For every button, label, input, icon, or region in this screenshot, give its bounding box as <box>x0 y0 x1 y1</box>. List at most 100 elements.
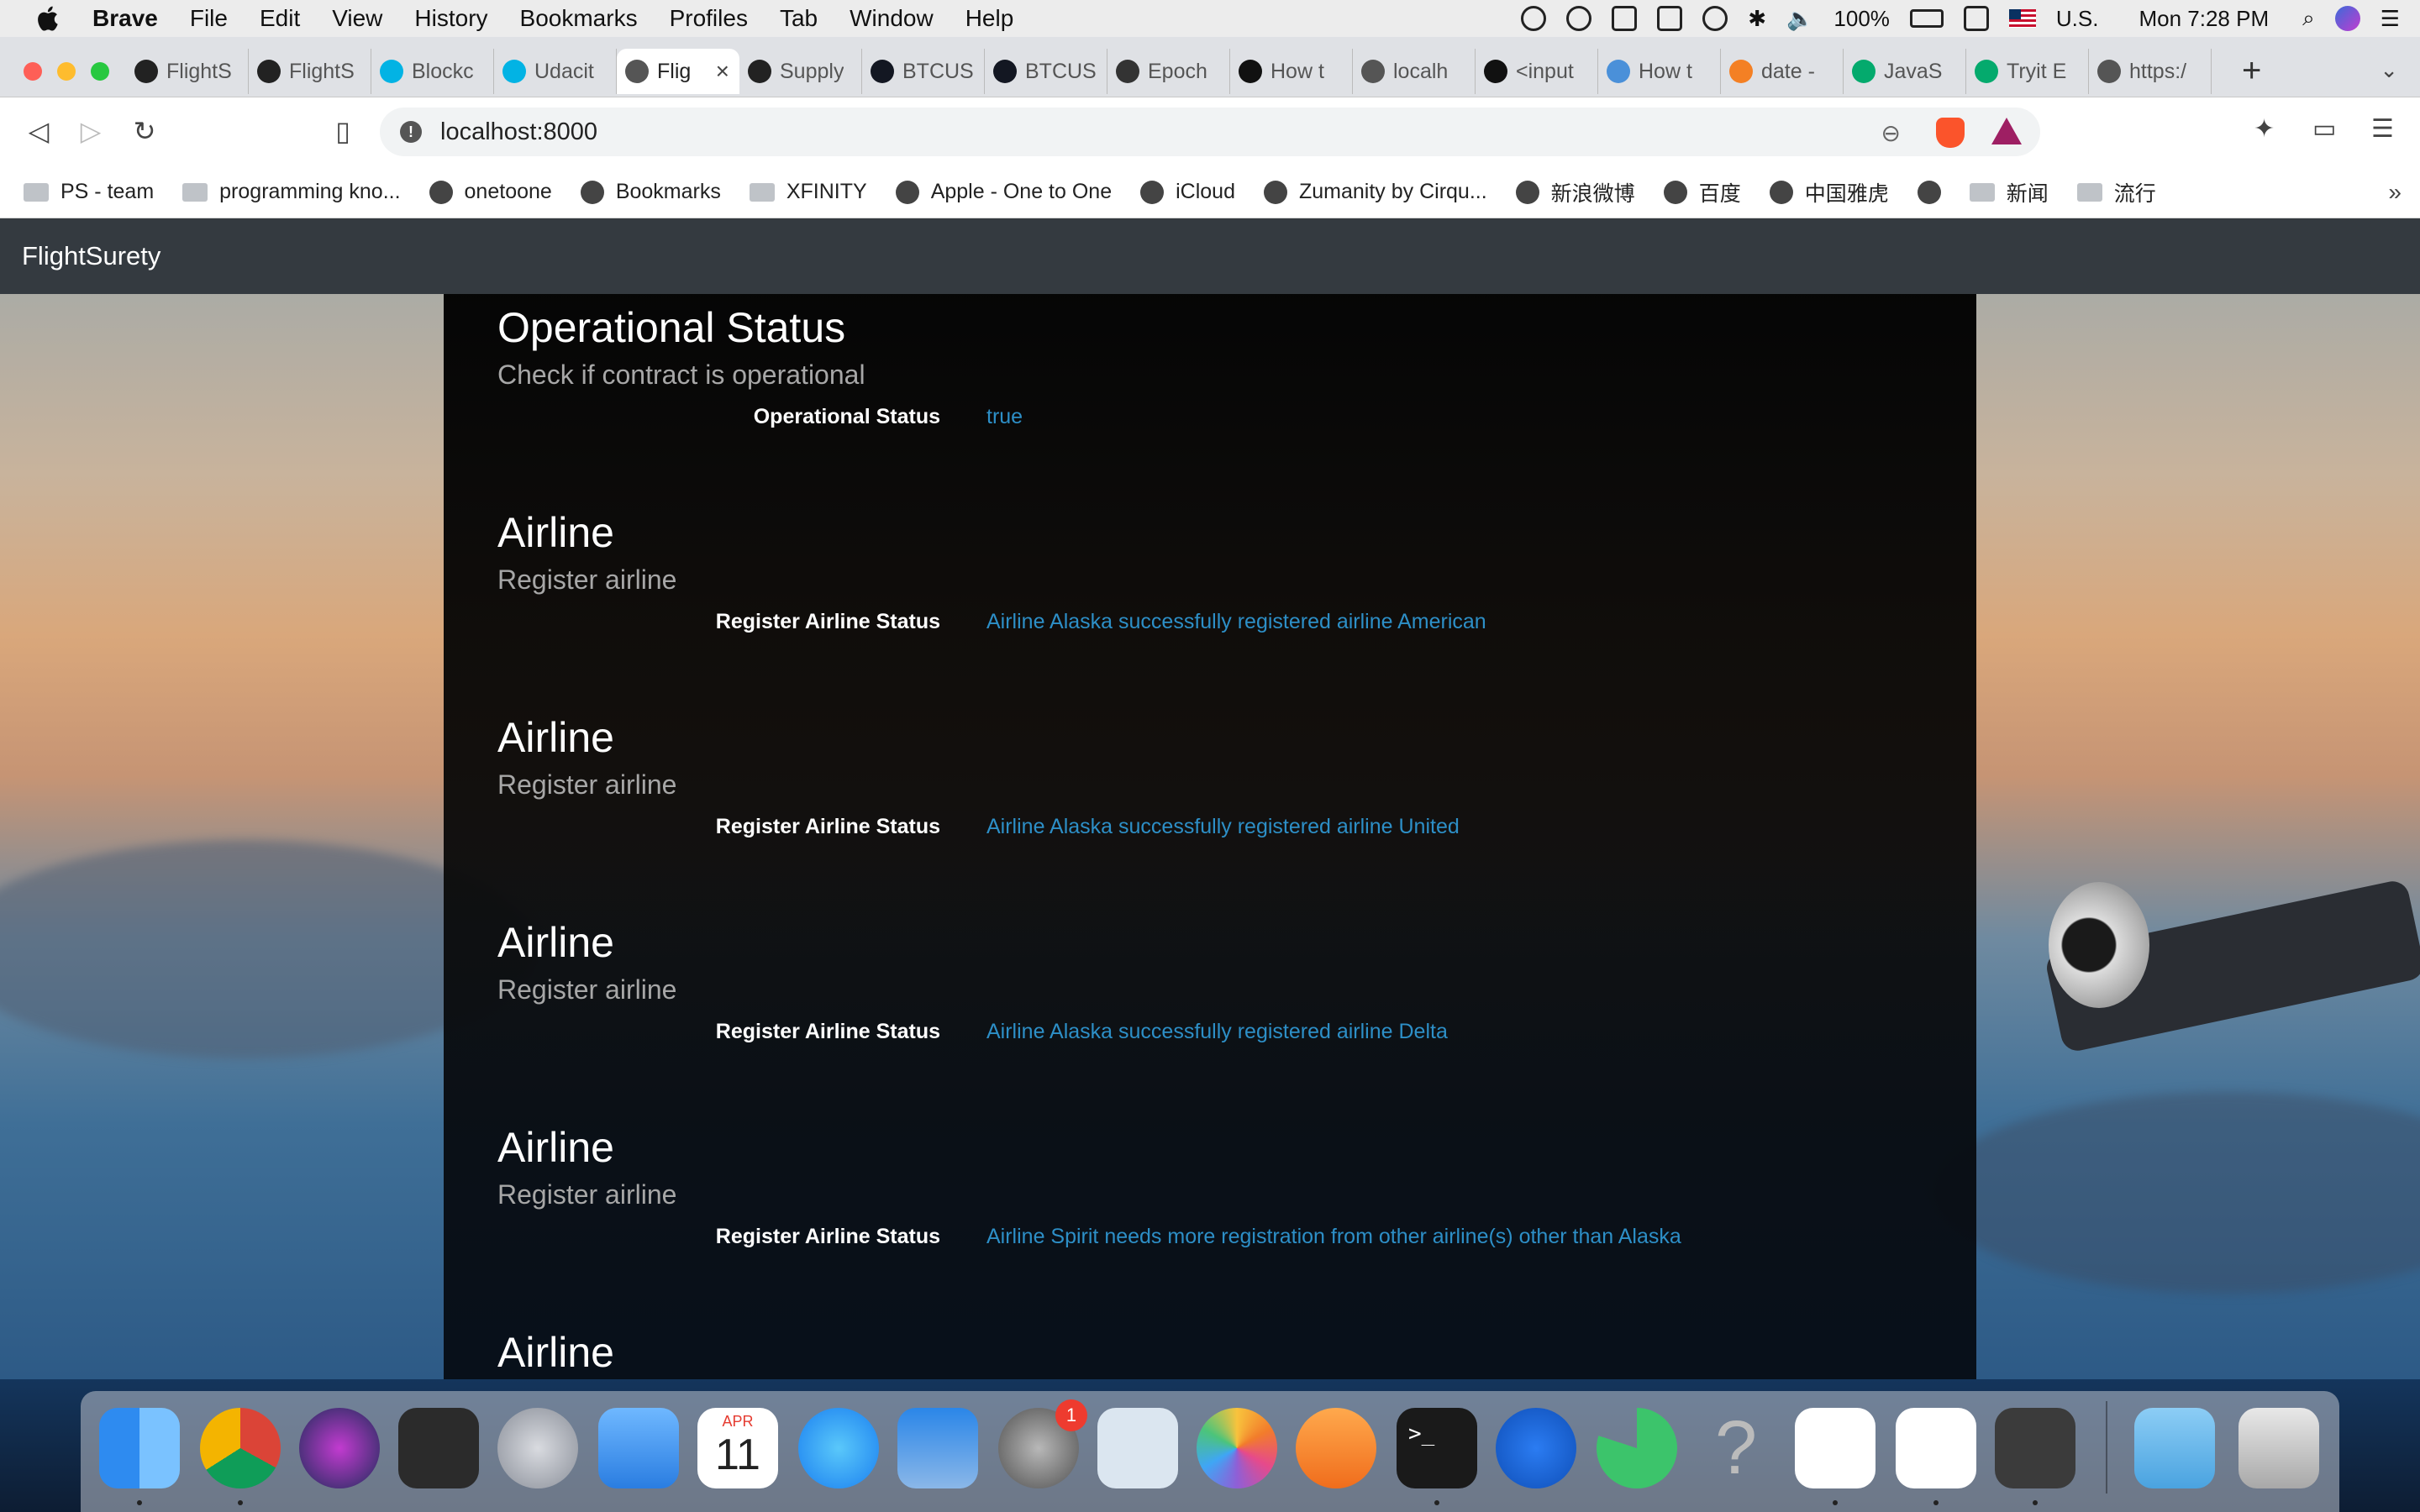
tab-15[interactable]: Tryit E <box>1966 49 2089 94</box>
loading-icon[interactable] <box>1597 1408 1677 1488</box>
menu-profiles[interactable]: Profiles <box>670 5 748 32</box>
brave-rewards-icon[interactable] <box>1991 118 2022 144</box>
bookmark-item[interactable]: Apple - One to One <box>895 180 1112 204</box>
menu-file[interactable]: File <box>190 5 228 32</box>
launchpad-icon[interactable] <box>497 1408 578 1488</box>
volume-icon[interactable]: 🔈 <box>1786 6 1813 32</box>
airplay-icon[interactable] <box>1963 6 1989 31</box>
us-flag-icon[interactable] <box>2008 9 2036 28</box>
tab-6[interactable]: BTCUS <box>862 49 985 94</box>
vscode-icon[interactable] <box>1896 1408 1976 1488</box>
battery-icon[interactable] <box>1909 9 1944 28</box>
tab-16[interactable]: https:/ <box>2089 49 2212 94</box>
siri-icon[interactable] <box>2334 6 2360 31</box>
tab-0[interactable]: FlightS <box>126 49 249 94</box>
brave-icon[interactable] <box>1795 1408 1876 1488</box>
menu-bookmarks[interactable]: Bookmarks <box>520 5 638 32</box>
chrome-icon[interactable] <box>200 1408 281 1488</box>
tab-3[interactable]: Udacit <box>494 49 617 94</box>
downloads-folder-icon[interactable] <box>2134 1408 2215 1488</box>
input-source[interactable]: U.S. <box>2056 6 2099 32</box>
tab-7[interactable]: BTCUS <box>985 49 1107 94</box>
bookmark-item[interactable]: iCloud <box>1140 180 1235 204</box>
photos-icon[interactable] <box>1197 1408 1277 1488</box>
mail-icon[interactable] <box>598 1408 679 1488</box>
time-machine-icon[interactable] <box>1702 6 1728 31</box>
help-icon[interactable]: ? <box>1696 1408 1776 1488</box>
browser-menu-icon[interactable]: ☰ <box>2371 114 2394 144</box>
reload-button[interactable]: ↻ <box>126 113 163 150</box>
url-input[interactable] <box>440 118 1785 146</box>
menu-clock[interactable]: Mon 7:28 PM <box>2139 6 2269 32</box>
bookmark-this-page-icon[interactable]: ▯ <box>324 113 361 150</box>
bookmark-item[interactable]: XFINITY <box>749 180 867 204</box>
menu-help[interactable]: Help <box>965 5 1014 32</box>
siri-icon[interactable] <box>299 1408 380 1488</box>
menu-window[interactable]: Window <box>850 5 934 32</box>
bookmark-item[interactable]: 流行 <box>2076 177 2156 207</box>
menu-edit[interactable]: Edit <box>260 5 300 32</box>
forward-button[interactable]: ▷ <box>72 113 109 150</box>
finder-icon[interactable] <box>99 1408 180 1488</box>
brave-shields-icon[interactable] <box>1936 118 1965 148</box>
menu-app-name[interactable]: Brave <box>92 5 158 32</box>
tab-12[interactable]: How t <box>1598 49 1721 94</box>
tab-9[interactable]: How t <box>1230 49 1353 94</box>
close-tab-icon[interactable]: × <box>716 58 729 85</box>
shield-icon[interactable] <box>1612 6 1638 31</box>
tab-1[interactable]: FlightS <box>249 49 371 94</box>
new-tab-button[interactable]: + <box>2242 52 2261 90</box>
close-window-button[interactable] <box>24 62 42 81</box>
tab-13[interactable]: date - <box>1721 49 1844 94</box>
zoom-icon[interactable]: ⊖ <box>1881 119 1901 147</box>
trash-icon[interactable] <box>2238 1408 2319 1488</box>
terminal-icon[interactable]: >_ <box>1397 1408 1477 1488</box>
bookmark-item[interactable] <box>1917 180 1941 204</box>
spotlight-icon[interactable]: ⌕ <box>2302 5 2315 32</box>
site-info-icon[interactable]: ! <box>400 121 422 143</box>
tab-8[interactable]: Epoch <box>1107 49 1230 94</box>
system-preferences-icon[interactable]: 1 <box>998 1399 1087 1488</box>
books-icon[interactable] <box>1296 1408 1376 1488</box>
bookmark-item[interactable]: 中国雅虎 <box>1769 177 1889 207</box>
onepassword-icon[interactable] <box>1521 6 1547 31</box>
bookmark-item[interactable]: onetoone <box>429 180 552 204</box>
bookmark-item[interactable]: programming kno... <box>182 180 401 204</box>
zoom-window-button[interactable] <box>91 62 109 81</box>
bookmark-item[interactable]: 新闻 <box>1969 177 2049 207</box>
more-bookmarks-chevron-icon[interactable]: » <box>2388 179 2402 206</box>
activity-icon[interactable] <box>398 1408 479 1488</box>
tab-4[interactable]: Flig × <box>617 49 739 94</box>
app-brand[interactable]: FlightSurety <box>22 241 160 271</box>
wallet-icon[interactable]: ▭ <box>2312 114 2336 144</box>
bluetooth-icon[interactable]: ✱ <box>1748 6 1766 32</box>
menu-tab[interactable]: Tab <box>780 5 818 32</box>
minimize-window-button[interactable] <box>57 62 76 81</box>
tab-14[interactable]: JavaS <box>1844 49 1966 94</box>
bookmark-item[interactable]: Zumanity by Cirqu... <box>1263 180 1487 204</box>
messages-icon[interactable] <box>798 1408 879 1488</box>
keynote-icon[interactable] <box>897 1408 978 1488</box>
tab-5[interactable]: Supply <box>739 49 862 94</box>
menu-view[interactable]: View <box>332 5 382 32</box>
address-bar[interactable]: ! ⊖ <box>380 108 2040 156</box>
apple-menu-icon[interactable] <box>34 3 64 34</box>
sublime-icon[interactable] <box>1995 1408 2075 1488</box>
back-button[interactable]: ◁ <box>20 113 57 150</box>
notification-center-icon[interactable]: ☰ <box>2381 6 2400 32</box>
info-tray-icon[interactable] <box>1566 6 1592 31</box>
bookmark-item[interactable]: 新浪微博 <box>1515 177 1635 207</box>
location-icon[interactable] <box>1496 1408 1576 1488</box>
evernote-icon[interactable] <box>1657 6 1683 31</box>
bookmark-item[interactable]: PS - team <box>24 180 154 204</box>
bookmark-item[interactable]: 百度 <box>1663 177 1741 207</box>
tab-search-chevron-icon[interactable]: ⌄ <box>2380 57 2398 83</box>
tab-10[interactable]: localh <box>1353 49 1476 94</box>
preview-icon[interactable] <box>1097 1408 1178 1488</box>
extensions-icon[interactable]: ✦ <box>2254 114 2275 144</box>
calendar-icon[interactable]: APR 11 <box>697 1408 778 1488</box>
bookmark-item[interactable]: Bookmarks <box>580 180 721 204</box>
tab-2[interactable]: Blockc <box>371 49 494 94</box>
tab-11[interactable]: <input <box>1476 49 1598 94</box>
menu-history[interactable]: History <box>414 5 487 32</box>
